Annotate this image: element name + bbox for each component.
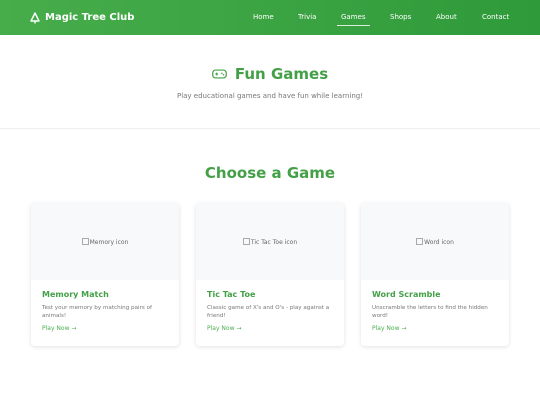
play-now-link[interactable]: Play Now → [207, 325, 241, 332]
nav-home[interactable]: Home [253, 13, 274, 22]
game-description: Unscramble the letters to find the hidde… [372, 305, 488, 319]
game-card-memory[interactable]: Memory icon Memory Match Test your memor… [31, 203, 179, 346]
play-now-link[interactable]: Play Now → [372, 325, 406, 332]
game-title: Word Scramble [372, 290, 441, 299]
nav-contact[interactable]: Contact [482, 13, 509, 22]
game-title: Memory Match [42, 290, 109, 299]
image-alt-text: Tic Tac Toe icon [243, 238, 297, 246]
gamepad-icon [212, 69, 227, 79]
game-description: Test your memory by matching pairs of an… [42, 305, 152, 319]
game-description: Classic game of X's and O's - play again… [207, 305, 330, 319]
image-alt-text: Memory icon [82, 238, 129, 246]
game-image-placeholder: Word icon [361, 203, 509, 280]
nav-about[interactable]: About [436, 13, 457, 22]
game-image-placeholder: Tic Tac Toe icon [196, 203, 344, 280]
page-subtitle: Play educational games and have fun whil… [176, 92, 364, 100]
navbar: Magic Tree Club Home Trivia Games Shops … [0, 0, 540, 35]
hero: Fun Games Play educational games and hav… [0, 35, 540, 129]
game-card-tictactoe[interactable]: Tic Tac Toe icon Tic Tac Toe Classic gam… [196, 203, 344, 346]
play-now-link[interactable]: Play Now → [42, 325, 76, 332]
nav-games[interactable]: Games [337, 13, 369, 26]
hero-title-row: Fun Games [0, 65, 540, 83]
nav-links: Home Trivia Games Shops About Contact [0, 0, 540, 35]
game-image-placeholder: Memory icon [31, 203, 179, 280]
game-title: Tic Tac Toe [207, 290, 256, 299]
page-title: Fun Games [234, 65, 329, 83]
image-alt-text: Word icon [416, 238, 454, 246]
section-title: Choose a Game [204, 164, 336, 182]
nav-shops[interactable]: Shops [390, 13, 411, 22]
game-card-word-scramble[interactable]: Word icon Word Scramble Unscramble the l… [361, 203, 509, 346]
nav-trivia[interactable]: Trivia [298, 13, 316, 22]
